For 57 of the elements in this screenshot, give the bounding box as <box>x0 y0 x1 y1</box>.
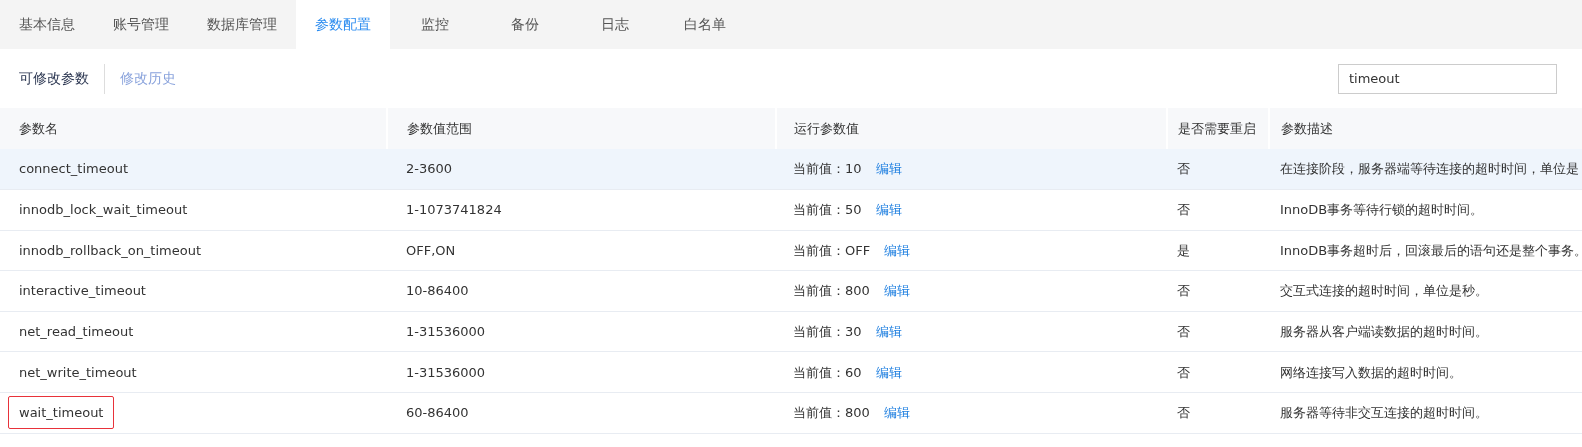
table-cell: 当前值：OFF <box>793 242 871 258</box>
table-cell: 服务器从客户端读数据的超时时间。 <box>1280 323 1488 339</box>
edit-link[interactable]: 编辑 <box>883 283 910 299</box>
table-cell: net_read_timeout <box>19 323 134 339</box>
table-cell: 10-86400 <box>406 283 469 299</box>
table-cell: 当前值：800 <box>793 405 870 421</box>
column-header: 是否需要重启 <box>1167 108 1269 149</box>
tab[interactable]: 白名单 <box>660 0 750 49</box>
table-cell: innodb_lock_wait_timeout <box>19 202 188 218</box>
search-field[interactable]: timeout <box>1338 63 1557 94</box>
subtab[interactable]: 可修改参数 <box>19 68 89 89</box>
edit-link[interactable]: 编辑 <box>883 405 910 421</box>
table-cell: innodb_rollback_on_timeout <box>19 242 202 258</box>
table-cell: 服务器等待非交互连接的超时时间。 <box>1280 405 1488 421</box>
table-cell: 网络连接写入数据的超时时间。 <box>1280 364 1462 380</box>
table-cell: 当前值：10 <box>793 161 862 177</box>
edit-link[interactable]: 编辑 <box>875 323 902 339</box>
column-header: 运行参数值 <box>776 108 1167 149</box>
table-cell: 在连接阶段，服务器端等待连接的超时时间，单位是 <box>1280 161 1579 177</box>
table-cell: 当前值：800 <box>793 283 870 299</box>
table-cell: 否 <box>1177 364 1190 380</box>
edit-link[interactable]: 编辑 <box>875 364 902 380</box>
tab[interactable]: 参数配置 <box>296 0 390 49</box>
tab[interactable]: 日志 <box>570 0 660 49</box>
table-cell: OFF,ON <box>406 242 456 258</box>
table-cell: 否 <box>1177 202 1190 218</box>
table-cell: connect_timeout <box>19 161 128 177</box>
table-cell: InnoDB事务等待行锁的超时时间。 <box>1280 202 1484 218</box>
table-cell: 是 <box>1177 242 1190 258</box>
column-header: 参数值范围 <box>387 108 776 149</box>
table-cell: 1-31536000 <box>406 364 486 380</box>
edit-link[interactable]: 编辑 <box>884 242 911 258</box>
table-cell: 当前值：60 <box>793 364 862 380</box>
tab[interactable]: 备份 <box>480 0 570 49</box>
table-cell: 当前值：30 <box>793 323 862 339</box>
tab[interactable]: 账号管理 <box>94 0 188 49</box>
table-cell: 60-86400 <box>406 405 469 421</box>
table-cell: 交互式连接的超时时间，单位是秒。 <box>1280 283 1488 299</box>
table-cell: net_write_timeout <box>19 364 137 380</box>
column-header: 参数描述 <box>1269 108 1582 149</box>
tab[interactable]: 基本信息 <box>0 0 94 49</box>
table-cell: wait_timeout <box>8 396 115 430</box>
table-cell: 2-3600 <box>406 161 453 177</box>
table-cell: interactive_timeout <box>19 283 146 299</box>
table-cell: 1-1073741824 <box>406 202 502 218</box>
table-cell: 否 <box>1177 323 1190 339</box>
tab[interactable]: 监控 <box>390 0 480 49</box>
table-cell: 否 <box>1177 405 1190 421</box>
table-cell: 当前值：50 <box>793 202 862 218</box>
table-cell: 1-31536000 <box>406 323 486 339</box>
table-cell: InnoDB事务超时后，回滚最后的语句还是整个事务。 <box>1280 242 1582 258</box>
tab[interactable]: 数据库管理 <box>188 0 296 49</box>
table-cell: 否 <box>1177 283 1190 299</box>
edit-link[interactable]: 编辑 <box>875 202 902 218</box>
column-header: 参数名 <box>0 108 387 149</box>
table-cell: 否 <box>1177 161 1190 177</box>
edit-link[interactable]: 编辑 <box>875 161 902 177</box>
